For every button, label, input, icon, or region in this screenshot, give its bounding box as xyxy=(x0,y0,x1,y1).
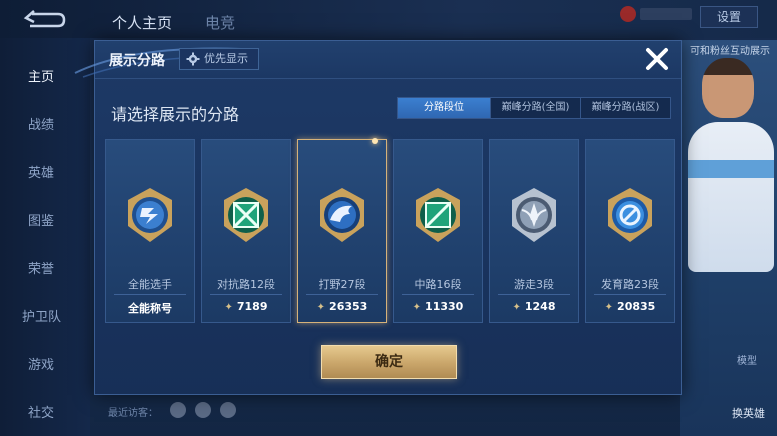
nav-item-heroes[interactable]: 英雄 xyxy=(28,162,54,181)
star-triangle-icon: ✦ xyxy=(604,302,614,313)
lane-display-dialog: 展示分路 优先显示 请选择展示的分路 分路段位 巅峰分路(全国) 巅峰分路(战区… xyxy=(74,40,682,395)
lane-card-name: 全能选手 xyxy=(128,278,172,291)
lane-card-score: ✦ 1248 xyxy=(490,300,578,313)
nav-item-games[interactable]: 游戏 xyxy=(28,354,54,373)
farm-lane-badge-icon xyxy=(608,188,652,242)
nav-item-codex[interactable]: 图鉴 xyxy=(28,210,54,229)
star-triangle-icon: ✦ xyxy=(512,302,521,313)
lane-card-value: 全能称号 xyxy=(128,302,172,315)
tab-profile[interactable]: 个人主页 xyxy=(112,12,172,33)
lane-card-name: 打野27段 xyxy=(318,278,366,291)
nav-item-record[interactable]: 战绩 xyxy=(28,114,54,133)
lane-tabs: 分路段位 巅峰分路(全国) 巅峰分路(战区) xyxy=(397,97,671,119)
lane-card-score: ✦ 7189 xyxy=(202,300,290,313)
tab-esports[interactable]: 电竞 xyxy=(205,12,235,33)
card-divider xyxy=(210,294,282,295)
priority-display-button[interactable]: 优先显示 xyxy=(179,48,259,70)
clash-lane-badge-icon xyxy=(224,188,268,242)
currency-icon xyxy=(620,6,636,22)
lane-card-list: 全能选手 全能称号 对抗路12段 ✦ 7189 打野27段 ✦ 26353 中路… xyxy=(105,138,675,323)
close-icon[interactable] xyxy=(641,43,673,75)
mid-lane-badge-icon xyxy=(416,188,460,242)
card-divider xyxy=(114,294,186,295)
lane-card-score: ✦ 11330 xyxy=(394,300,482,313)
star-triangle-icon: ✦ xyxy=(316,302,326,313)
dialog-subtitle: 请选择展示的分路 xyxy=(111,105,240,124)
model-label[interactable]: 模型 xyxy=(737,352,757,367)
left-nav: 主页 战绩 英雄 图鉴 荣誉 护卫队 游戏 社交 xyxy=(0,38,90,436)
lane-card-value: 1248 xyxy=(524,300,556,313)
hero-stripe xyxy=(688,160,774,178)
lane-card-value: 20835 xyxy=(617,300,656,313)
recent-visitors-label: 最近访客： xyxy=(108,408,158,419)
lane-card-name: 游走3段 xyxy=(514,278,554,291)
roam-badge-icon xyxy=(512,188,556,242)
tab-peak-national[interactable]: 巅峰分路(全国) xyxy=(490,98,580,118)
dialog-title: 展示分路 xyxy=(109,53,165,69)
dialog-header: 展示分路 优先显示 xyxy=(74,41,681,79)
lane-card-value: 11330 xyxy=(425,300,464,313)
card-divider xyxy=(498,294,570,295)
sparkle-icon xyxy=(372,138,378,144)
lane-card-farm[interactable]: 发育路23段 ✦ 20835 xyxy=(585,139,675,323)
hero-portrait xyxy=(680,40,777,436)
priority-display-label: 优先显示 xyxy=(204,52,248,65)
hero-body xyxy=(688,122,774,272)
confirm-button[interactable]: 确定 xyxy=(321,345,457,379)
lane-card-name: 对抗路12段 xyxy=(217,278,275,291)
hero-head xyxy=(702,58,754,118)
lane-card-value: 7189 xyxy=(236,300,268,313)
visitor-avatar[interactable] xyxy=(195,402,211,418)
card-divider xyxy=(402,294,474,295)
hero-note: 可和粉丝互动展示 xyxy=(690,46,770,57)
visitor-avatar[interactable] xyxy=(220,402,236,418)
tab-peak-region[interactable]: 巅峰分路(战区) xyxy=(580,98,670,118)
gear-icon xyxy=(186,52,200,66)
switch-hero-label[interactable]: 换英雄 xyxy=(732,405,765,421)
top-bar: 个人主页 电竞 设置 xyxy=(0,0,777,38)
lane-card-all-round[interactable]: 全能选手 全能称号 xyxy=(105,139,195,323)
nav-item-guard[interactable]: 护卫队 xyxy=(22,306,61,325)
lane-card-name: 发育路23段 xyxy=(601,278,659,291)
tab-lane-rank[interactable]: 分路段位 xyxy=(398,98,490,118)
star-triangle-icon: ✦ xyxy=(224,302,233,313)
lane-card-name: 中路16段 xyxy=(414,278,462,291)
nav-item-honor[interactable]: 荣誉 xyxy=(28,258,54,277)
all-round-badge-icon xyxy=(128,188,172,242)
currency-bar xyxy=(640,8,692,20)
jungle-badge-icon xyxy=(320,188,364,242)
lane-card-mid[interactable]: 中路16段 ✦ 11330 xyxy=(393,139,483,323)
nav-item-social[interactable]: 社交 xyxy=(28,402,54,421)
card-divider xyxy=(306,294,378,295)
lane-card-value: 26353 xyxy=(329,300,368,313)
back-arrow-icon[interactable] xyxy=(22,10,66,30)
lane-card-score: ✦ 20835 xyxy=(586,300,674,313)
star-triangle-icon: ✦ xyxy=(412,302,422,313)
nav-item-home[interactable]: 主页 xyxy=(28,66,54,85)
settings-button[interactable]: 设置 xyxy=(700,6,758,28)
lane-card-clash[interactable]: 对抗路12段 ✦ 7189 xyxy=(201,139,291,323)
card-divider xyxy=(594,294,666,295)
lane-card-score: ✦ 26353 xyxy=(298,300,386,313)
lane-card-roam[interactable]: 游走3段 ✦ 1248 xyxy=(489,139,579,323)
lane-card-jungle[interactable]: 打野27段 ✦ 26353 xyxy=(297,138,387,323)
visitor-avatar[interactable] xyxy=(170,402,186,418)
